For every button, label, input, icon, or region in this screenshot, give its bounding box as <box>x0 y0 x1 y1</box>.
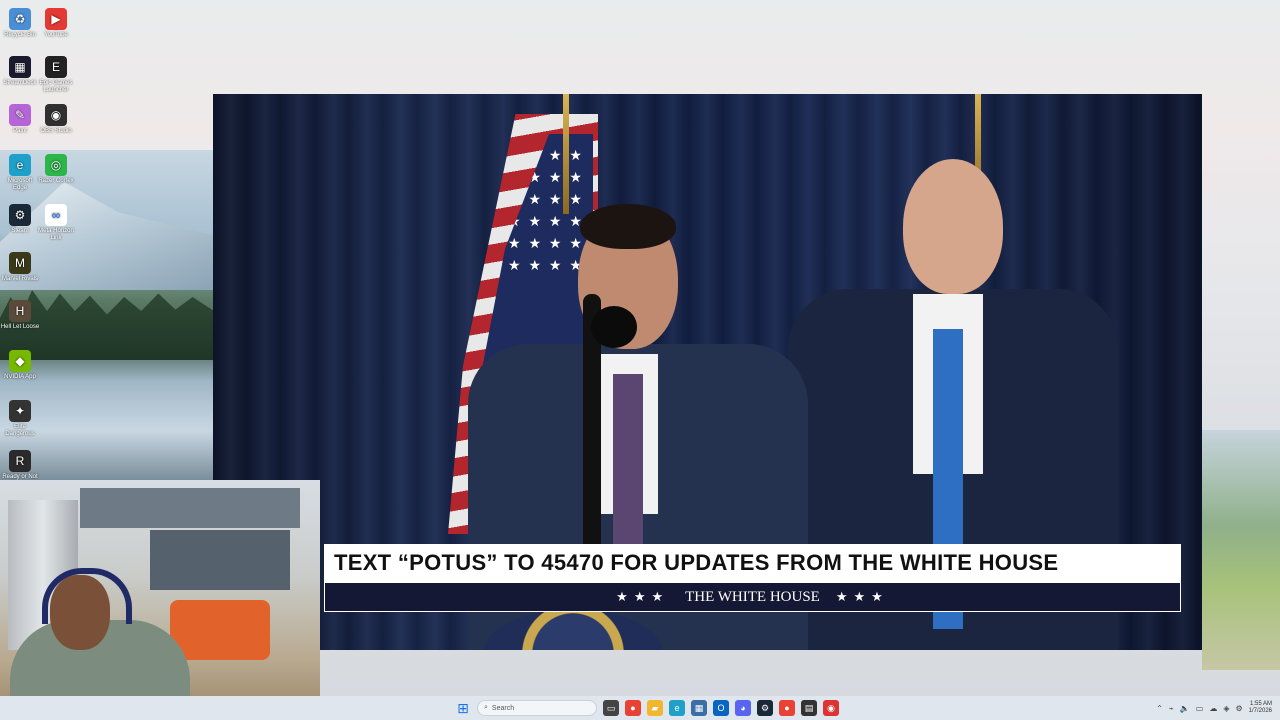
orange-chairs <box>170 600 270 660</box>
star-icon: ★★★ <box>616 589 670 604</box>
taskbar-app-steam[interactable]: ⚙ <box>757 700 773 716</box>
app-icon: H <box>9 300 31 322</box>
clock-time: 1:55 AM <box>1249 701 1272 707</box>
app-icon: ∞ <box>45 204 67 226</box>
desktop-icon-label: Razer Cortex <box>38 178 74 184</box>
app-icon: ♻ <box>9 8 31 30</box>
desktop-icon-label: YouTube <box>44 32 68 38</box>
desktop-icon-label: NVIDIA App <box>4 374 36 380</box>
banner-subline: ★★★ THE WHITE HOUSE ★★★ <box>324 582 1181 612</box>
app-icon: ⚙ <box>9 204 31 226</box>
desktop-icon-label: Paint <box>13 128 27 134</box>
search-placeholder: Search <box>491 704 515 712</box>
desktop-icon-label: StreamDeck <box>3 80 37 86</box>
app-icon: ✎ <box>9 104 31 126</box>
clock-date: 1/7/2026 <box>1248 708 1272 714</box>
battery-icon[interactable]: ▭ <box>1196 704 1204 713</box>
taskbar-app-calculator[interactable]: ▦ <box>691 700 707 716</box>
taskbar-clock[interactable]: 1:55 AM 1/7/2026 <box>1249 701 1272 715</box>
app-icon: ◆ <box>9 350 31 372</box>
taskbar-app-discord[interactable]: ◕ <box>735 700 751 716</box>
desktop-icon[interactable]: M Marvel Rivals <box>0 252 40 283</box>
settings-icon[interactable]: ⚙ <box>1235 704 1242 713</box>
desktop-icon[interactable]: R Ready or Not <box>0 450 40 481</box>
star-icon: ★★★ <box>835 589 889 604</box>
app-icon: R <box>9 450 31 472</box>
taskbar-app-chrome-2[interactable]: ● <box>779 700 795 716</box>
taskbar-center: ⊞ ⌕ Search ▭ ● ▰ e ▦ O ◕ ⚙ ● ▤ ◉ <box>455 696 839 720</box>
desktop-icon[interactable]: ▶ YouTube <box>36 8 76 39</box>
banner-white-house: THE WHITE HOUSE <box>685 588 820 605</box>
cloud-icon[interactable]: ☁ <box>1209 704 1217 713</box>
taskbar-app-obs[interactable]: ◉ <box>823 700 839 716</box>
desktop-icon[interactable]: ✎ Paint <box>0 104 40 135</box>
kitchen-cabinets-lower <box>150 530 290 590</box>
desktop-icon[interactable]: E Epic Games Launcher <box>36 56 76 94</box>
desktop-icon[interactable]: ◆ NVIDIA App <box>0 350 40 381</box>
speaker-icon[interactable]: 🔈 <box>1180 704 1190 713</box>
taskbar-search[interactable]: ⌕ Search <box>477 700 597 716</box>
taskbar-app-outlook[interactable]: O <box>713 700 729 716</box>
app-icon: ◉ <box>45 104 67 126</box>
microphone-head <box>591 306 637 348</box>
lower-third-banner: TEXT “POTUS” TO 45470 FOR UPDATES FROM T… <box>324 544 1181 612</box>
taskbar-app-folder[interactable]: ▰ <box>647 700 663 716</box>
desktop-icon[interactable]: ▦ StreamDeck <box>0 56 40 87</box>
app-icon: ◎ <box>45 154 67 176</box>
desktop-icon-label: OBS Studio <box>40 128 72 134</box>
desktop-icon-label: Microsoft Edge <box>7 178 33 191</box>
windows-start-icon[interactable]: ⊞ <box>455 700 471 716</box>
taskbar-app-chrome[interactable]: ● <box>625 700 641 716</box>
desktop-icon-label: Marvel Rivals <box>1 276 38 282</box>
desktop-icon-label: Elite Dangerous <box>5 424 35 437</box>
desktop-icon[interactable]: ✦ Elite Dangerous <box>0 400 40 438</box>
app-icon: M <box>9 252 31 274</box>
headset-icon <box>42 568 132 624</box>
desktop-icon-label: Meta Horizon Link <box>38 228 74 241</box>
taskbar-app-terminal[interactable]: ▤ <box>801 700 817 716</box>
taskbar-app-file-explorer[interactable]: ▭ <box>603 700 619 716</box>
desktop-icon-label: Steam <box>11 228 29 234</box>
system-tray: ⌃ ⌁ 🔈 ▭ ☁ ◈ ⚙ 1:55 AM 1/7/2026 <box>1156 696 1272 720</box>
banner-headline: TEXT “POTUS” TO 45470 FOR UPDATES FROM T… <box>324 544 1181 582</box>
desktop-icon[interactable]: ∞ Meta Horizon Link <box>36 204 76 242</box>
taskbar: ⊞ ⌕ Search ▭ ● ▰ e ▦ O ◕ ⚙ ● ▤ ◉ ⌃ ⌁ 🔈 ▭ ☁ ◈ ⚙ 1:5… <box>0 696 1280 720</box>
kitchen-cabinets <box>80 488 300 528</box>
desktop-icon-label: Epic Games Launcher <box>39 80 73 93</box>
desktop-icon[interactable]: ◉ OBS Studio <box>36 104 76 135</box>
desktop-icon[interactable]: ♻ Recycle Bin <box>0 8 40 39</box>
desktop-icon[interactable]: ◎ Razer Cortex <box>36 154 76 185</box>
flag-pole <box>563 94 569 214</box>
desktop-icon-label: Recycle Bin <box>4 32 36 38</box>
taskbar-apps: ▭ ● ▰ e ▦ O ◕ ⚙ ● ▤ ◉ <box>603 700 839 716</box>
app-icon: ▶ <box>45 8 67 30</box>
desktop-icon[interactable]: ⚙ Steam <box>0 204 40 235</box>
app-icon: E <box>45 56 67 78</box>
desktop-icon[interactable]: e Microsoft Edge <box>0 154 40 192</box>
desktop-icon-label: Hell Let Loose <box>0 324 40 330</box>
app-icon: ▦ <box>9 56 31 78</box>
desktop-icon[interactable]: H Hell Let Loose <box>0 300 40 331</box>
chevron-up-icon[interactable]: ⌃ <box>1156 704 1163 713</box>
app-icon: e <box>9 154 31 176</box>
network-icon[interactable]: ⌁ <box>1169 704 1174 713</box>
taskbar-app-edge[interactable]: e <box>669 700 685 716</box>
app-icon: ✦ <box>9 400 31 422</box>
webcam-overlay <box>0 480 320 720</box>
shield-icon[interactable]: ◈ <box>1223 704 1229 713</box>
search-icon: ⌕ <box>484 704 488 711</box>
desktop-wallpaper-right <box>1202 430 1280 670</box>
